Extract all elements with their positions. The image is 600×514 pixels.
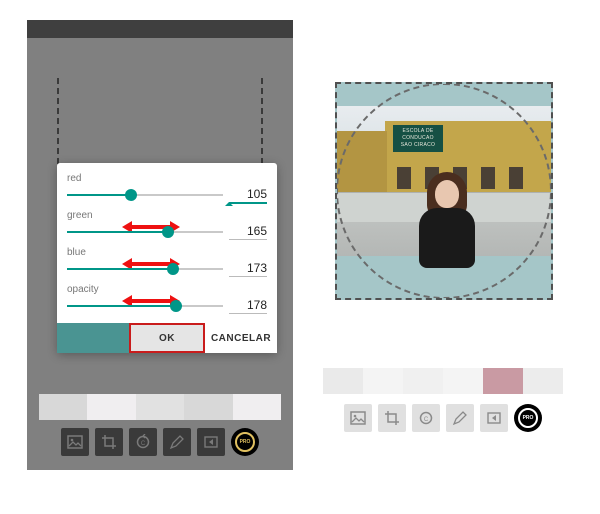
share-icon[interactable] (480, 404, 508, 432)
pro-badge-label: PRO (518, 408, 538, 428)
crop-icon[interactable] (95, 428, 123, 456)
svg-text:C: C (141, 441, 146, 447)
slider-opacity-row: opacity 178 (67, 284, 267, 315)
slider-red[interactable] (67, 186, 223, 204)
slider-red-value[interactable]: 105 (229, 187, 267, 204)
slider-opacity[interactable] (67, 297, 223, 315)
thumbnail-strip (39, 394, 281, 420)
color-swatch (57, 323, 129, 353)
cancel-button[interactable]: CANCELAR (205, 323, 277, 353)
slider-blue[interactable] (67, 260, 223, 278)
slider-blue-row: blue 173 (67, 247, 267, 278)
share-icon[interactable] (197, 428, 225, 456)
slider-green-value[interactable]: 165 (229, 224, 267, 240)
bottom-toolbar-left: C PRO (39, 428, 281, 456)
crop-area[interactable]: ESCOLA DE CONDUCAO SAO CIRACO (335, 82, 553, 300)
slider-red-label: red (67, 173, 267, 184)
slider-blue-value[interactable]: 173 (229, 261, 267, 277)
slider-green[interactable] (67, 223, 223, 241)
pencil-icon[interactable] (446, 404, 474, 432)
pencil-icon[interactable] (163, 428, 191, 456)
pro-badge[interactable]: PRO (231, 428, 259, 456)
rotate-icon[interactable]: C (129, 428, 157, 456)
person (415, 172, 479, 270)
left-screenshot: red 105 green (27, 20, 293, 470)
slider-red-row: red 105 (67, 173, 267, 204)
status-bar (27, 20, 293, 38)
pro-badge-label: PRO (235, 432, 255, 452)
crop-icon[interactable] (378, 404, 406, 432)
right-screenshot: ESCOLA DE CONDUCAO SAO CIRACO (311, 20, 575, 436)
slider-green-row: green 165 (67, 210, 267, 241)
photo-preview: ESCOLA DE CONDUCAO SAO CIRACO (337, 106, 551, 256)
slider-opacity-value[interactable]: 178 (229, 298, 267, 314)
rotate-icon[interactable]: C (412, 404, 440, 432)
svg-text:C: C (424, 417, 429, 423)
ok-button[interactable]: OK (129, 323, 205, 353)
pro-badge[interactable]: PRO (514, 404, 542, 432)
color-dialog: red 105 green (57, 163, 277, 353)
image-icon[interactable] (61, 428, 89, 456)
image-icon[interactable] (344, 404, 372, 432)
building-sign: ESCOLA DE CONDUCAO SAO CIRACO (393, 125, 443, 152)
thumbnail-strip (323, 368, 563, 394)
dialog-button-row: OK CANCELAR (57, 323, 277, 353)
bottom-toolbar-right: C PRO (323, 404, 563, 432)
